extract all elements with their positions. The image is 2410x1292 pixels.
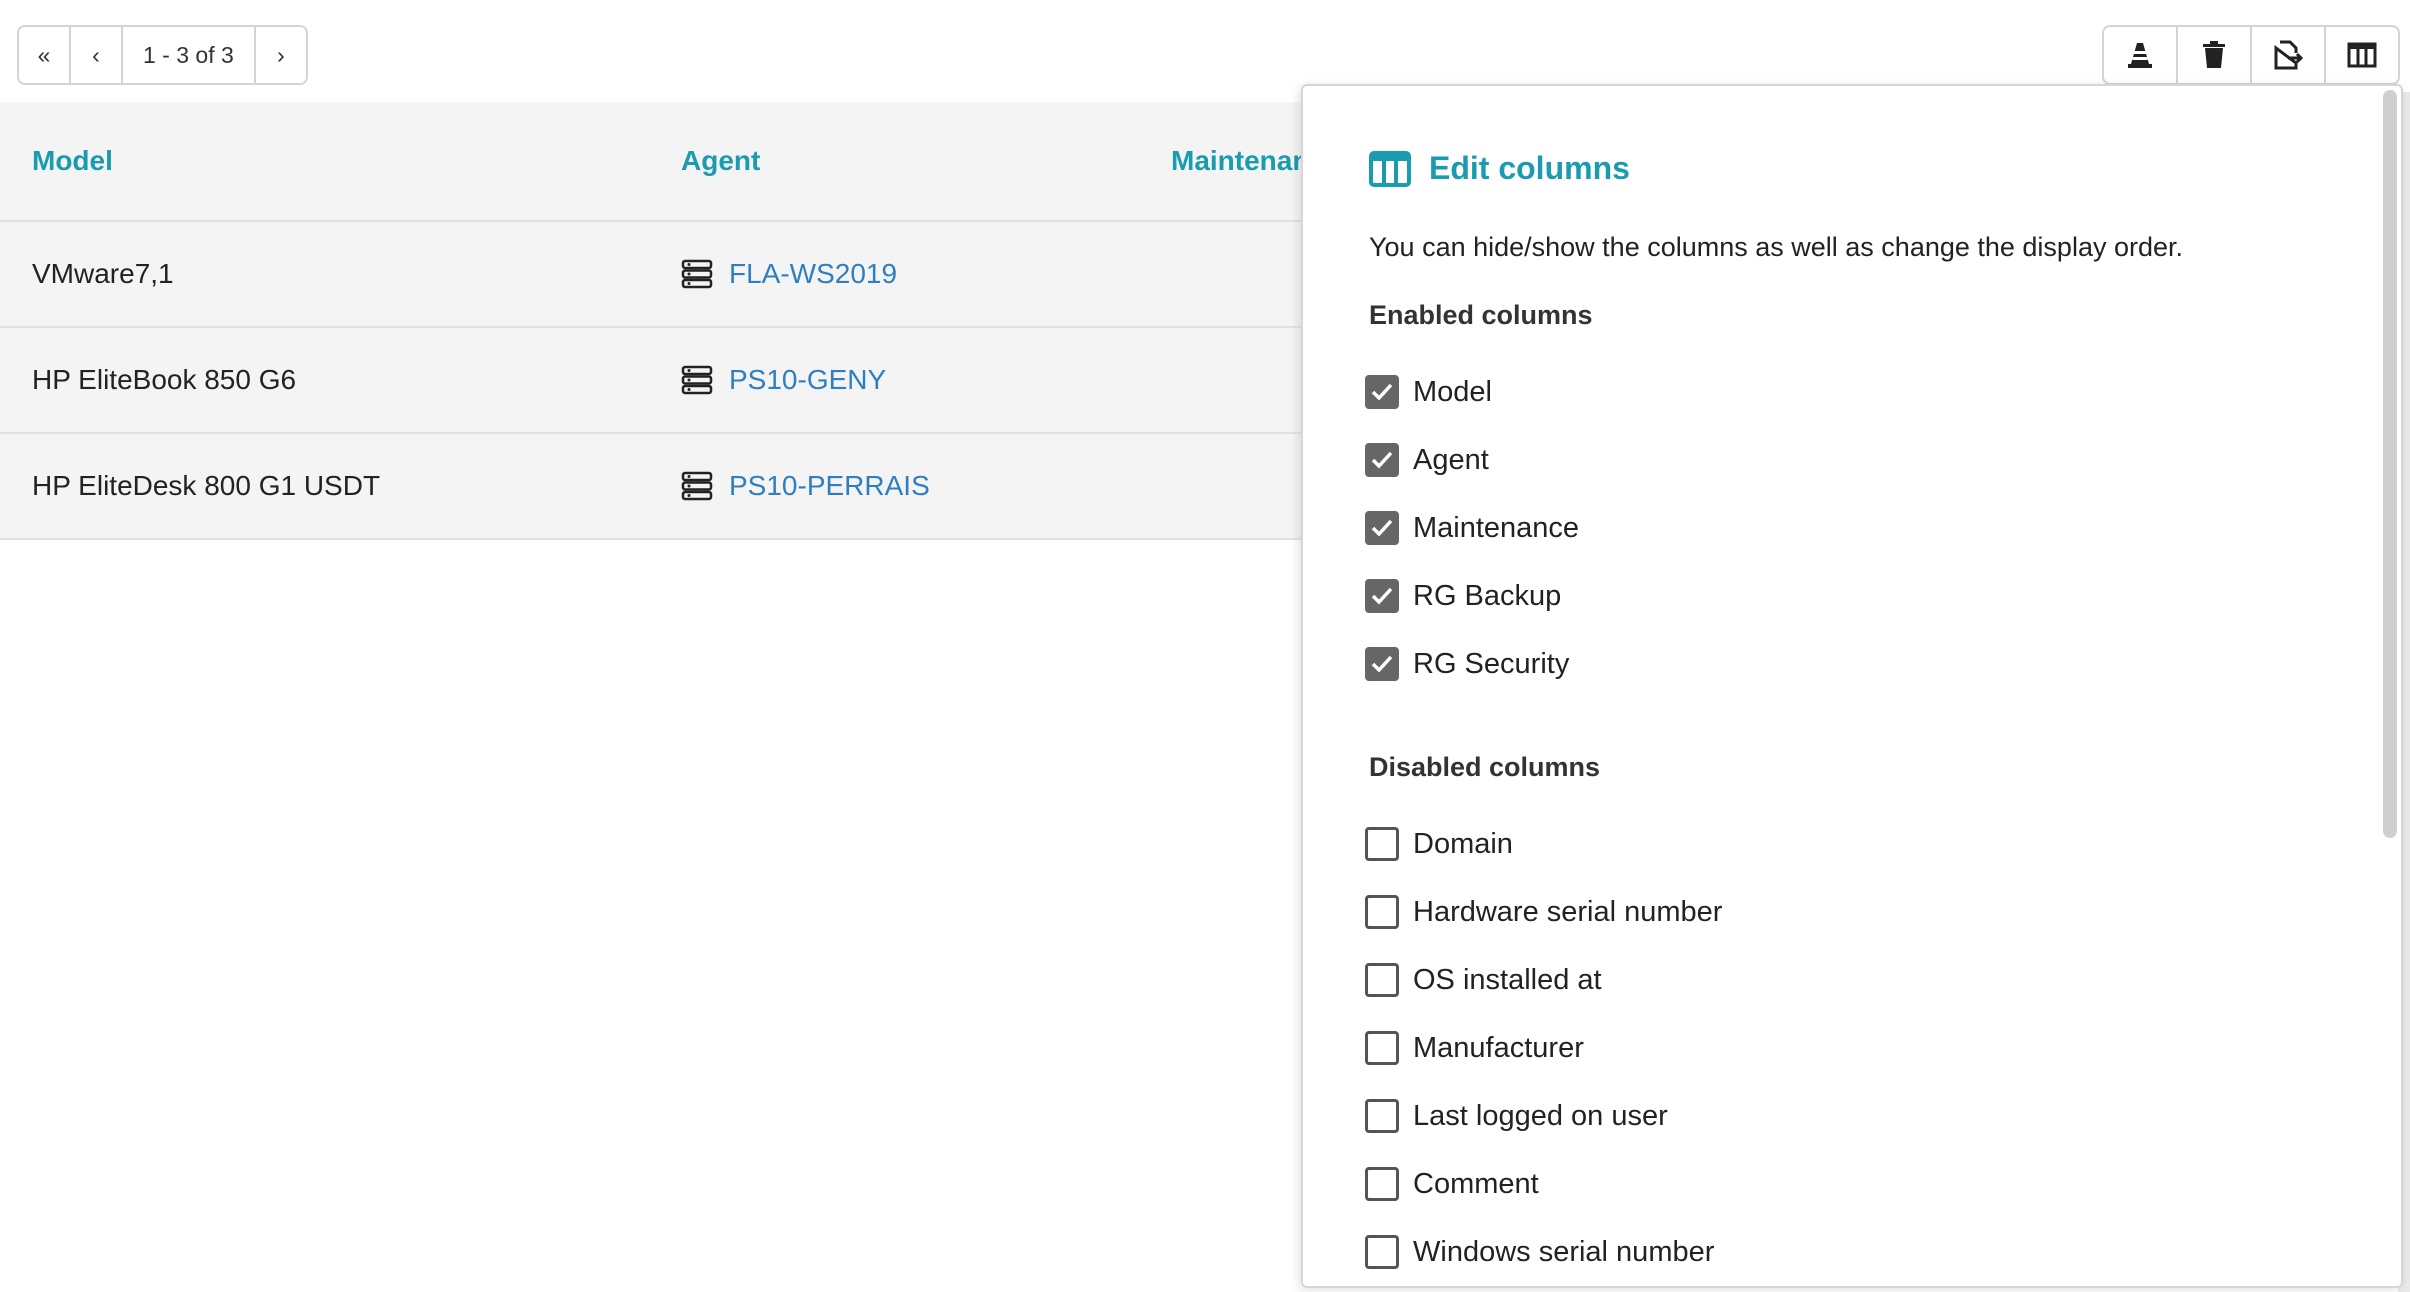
columns-icon (2347, 42, 2377, 68)
server-icon (681, 365, 713, 395)
server-icon (681, 471, 713, 501)
column-header-maintenance[interactable]: Maintenan (1171, 102, 1309, 220)
agent-link[interactable]: FLA-WS2019 (681, 258, 897, 290)
checkbox-checked[interactable] (1365, 647, 1399, 681)
column-option-label: Windows serial number (1413, 1235, 1715, 1268)
prev-page-button[interactable]: ‹ (71, 27, 123, 83)
checkbox-unchecked[interactable] (1365, 1235, 1399, 1269)
column-option-label: Last logged on user (1413, 1099, 1668, 1132)
panel-description: You can hide/show the columns as well as… (1369, 232, 2184, 262)
model-cell: VMware7,1 (32, 258, 174, 289)
column-header-agent[interactable]: Agent (681, 102, 760, 220)
disabled-columns-heading: Disabled columns (1369, 752, 1601, 782)
check-icon (1371, 451, 1393, 469)
pagination: « ‹ 1 - 3 of 3 › (17, 25, 308, 85)
column-option-label: Model (1413, 375, 1492, 408)
panel-title: Edit columns (1369, 150, 1630, 187)
model-cell: HP EliteBook 850 G6 (32, 364, 297, 395)
cone-icon (2128, 43, 2152, 68)
columns-icon (1369, 150, 1411, 187)
column-option-domain[interactable]: Domain (1365, 827, 1513, 861)
checkbox-unchecked[interactable] (1365, 895, 1399, 929)
enabled-columns-heading: Enabled columns (1369, 300, 1593, 330)
edit-columns-panel: Edit columns You can hide/show the colum… (1301, 84, 2403, 1288)
column-option-os-installed[interactable]: OS installed at (1365, 963, 1602, 997)
agent-link[interactable]: PS10-GENY (681, 364, 886, 396)
column-header-model[interactable]: Model (32, 102, 113, 220)
column-option-model[interactable]: Model (1365, 375, 1492, 409)
column-option-label: Comment (1413, 1167, 1539, 1200)
column-option-label: RG Backup (1413, 579, 1562, 612)
agent-name[interactable]: PS10-GENY (729, 364, 886, 396)
column-option-label: Agent (1413, 443, 1489, 476)
column-option-label: Domain (1413, 827, 1513, 860)
column-option-label: Maintenance (1413, 511, 1580, 544)
check-icon (1371, 383, 1393, 401)
column-option-hardware-serial[interactable]: Hardware serial number (1365, 895, 1722, 929)
checkbox-unchecked[interactable] (1365, 1099, 1399, 1133)
checkbox-checked[interactable] (1365, 511, 1399, 545)
delete-button[interactable] (2178, 27, 2252, 83)
column-option-maintenance[interactable]: Maintenance (1365, 511, 1579, 545)
agent-name[interactable]: PS10-PERRAIS (729, 470, 930, 502)
panel-title-text: Edit columns (1429, 150, 1630, 186)
checkbox-unchecked[interactable] (1365, 1167, 1399, 1201)
column-option-label: Manufacturer (1413, 1031, 1584, 1064)
column-option-rg-security[interactable]: RG Security (1365, 647, 1569, 681)
table-toolbar (2102, 25, 2400, 85)
agent-name[interactable]: FLA-WS2019 (729, 258, 897, 290)
agent-link[interactable]: PS10-PERRAIS (681, 470, 930, 502)
export-button[interactable] (2252, 27, 2326, 83)
checkbox-checked[interactable] (1365, 375, 1399, 409)
column-option-label: RG Security (1413, 647, 1570, 680)
page-range-label: 1 - 3 of 3 (123, 27, 256, 83)
column-option-agent[interactable]: Agent (1365, 443, 1489, 477)
device-list-page: « ‹ 1 - 3 of 3 › Model Agent Maintenan V… (0, 0, 2410, 1292)
column-option-manufacturer[interactable]: Manufacturer (1365, 1031, 1584, 1065)
trash-icon (2203, 41, 2225, 68)
checkbox-unchecked[interactable] (1365, 1031, 1399, 1065)
edit-columns-button[interactable] (2326, 27, 2398, 83)
checkbox-checked[interactable] (1365, 579, 1399, 613)
column-option-windows-serial[interactable]: Windows serial number (1365, 1235, 1714, 1269)
server-icon (681, 259, 713, 289)
check-icon (1371, 655, 1393, 673)
export-icon (2274, 40, 2304, 70)
column-option-comment[interactable]: Comment (1365, 1167, 1539, 1201)
maintenance-button[interactable] (2104, 27, 2178, 83)
column-option-last-user[interactable]: Last logged on user (1365, 1099, 1668, 1133)
column-option-rg-backup[interactable]: RG Backup (1365, 579, 1561, 613)
panel-scrollbar[interactable] (2383, 90, 2397, 838)
check-icon (1371, 519, 1393, 537)
next-page-button[interactable]: › (256, 27, 306, 83)
checkbox-checked[interactable] (1365, 443, 1399, 477)
column-option-label: Hardware serial number (1413, 895, 1723, 928)
first-page-button[interactable]: « (19, 27, 71, 83)
checkbox-unchecked[interactable] (1365, 963, 1399, 997)
model-cell: HP EliteDesk 800 G1 USDT (32, 470, 381, 501)
checkbox-unchecked[interactable] (1365, 827, 1399, 861)
check-icon (1371, 587, 1393, 605)
column-option-label: OS installed at (1413, 963, 1602, 996)
